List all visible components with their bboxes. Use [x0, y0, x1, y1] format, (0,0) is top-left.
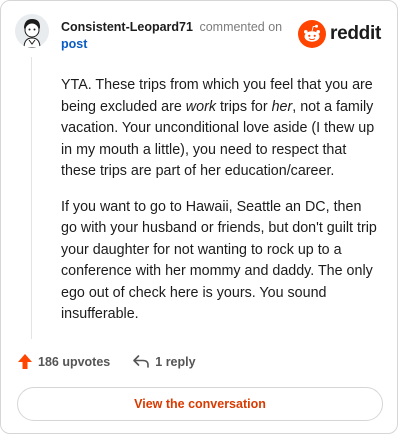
- view-conversation-button[interactable]: View the conversation: [17, 387, 383, 421]
- upvote-arrow-icon: [18, 354, 32, 369]
- reddit-logo-icon: [298, 20, 327, 48]
- comment-author[interactable]: Consistent-Leopard71: [61, 20, 193, 34]
- comment-paragraph-1: YTA. These trips from which you feel tha…: [61, 77, 375, 179]
- upvote-count: 186 upvotes: [38, 354, 111, 369]
- avatar-icon: [15, 14, 49, 48]
- user-avatar[interactable]: [15, 14, 49, 48]
- comment-actions: 186 upvotes 1 reply: [17, 353, 196, 370]
- post-link[interactable]: post: [61, 37, 87, 51]
- thread-line: [31, 57, 32, 339]
- reply-count: 1 reply: [155, 354, 196, 369]
- comment-author-line: Consistent-Leopard71 commented on: [61, 20, 282, 34]
- comment-paragraph-2: If you want to go to Hawaii, Seattle an …: [61, 198, 377, 323]
- reply-button[interactable]: 1 reply: [132, 354, 196, 369]
- comment-card: Consistent-Leopard71 commented on post r…: [0, 0, 398, 434]
- upvote-button[interactable]: 186 upvotes: [17, 353, 110, 370]
- comment-body: YTA. These trips from which you feel tha…: [61, 75, 379, 340]
- reddit-brand[interactable]: reddit: [298, 20, 381, 48]
- reddit-wordmark: reddit: [330, 23, 381, 44]
- comment-action-text: commented on: [199, 20, 283, 34]
- reply-arrow-icon: [133, 355, 150, 368]
